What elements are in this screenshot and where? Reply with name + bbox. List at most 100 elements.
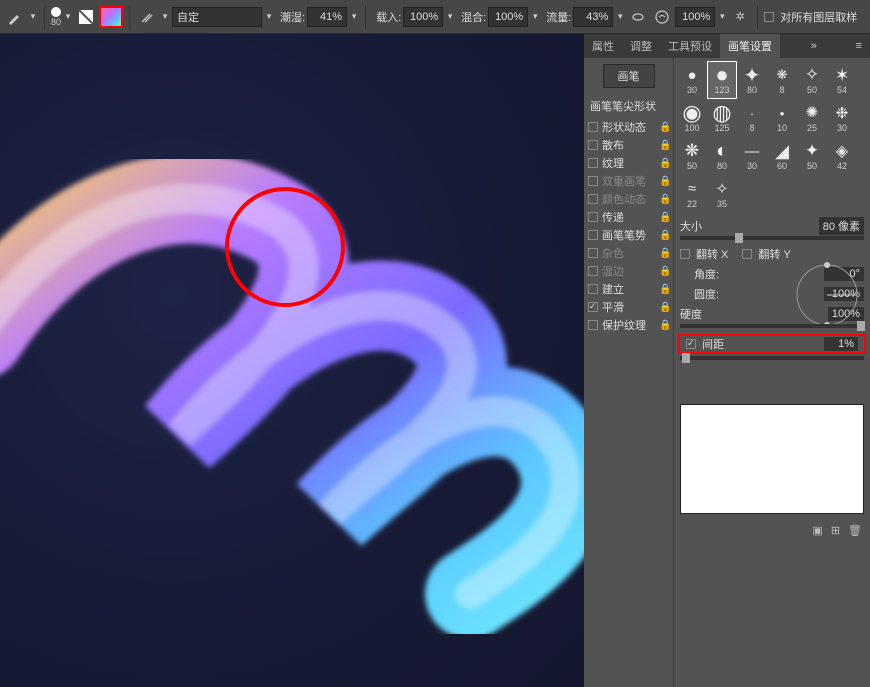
lock-icon[interactable]: 🔒 [659,230,669,240]
canvas-area[interactable] [0,34,584,687]
wet-brush-icon[interactable] [136,6,158,28]
brush-option-10[interactable]: 平滑🔒 [584,298,673,316]
brush-picker-chevron-icon[interactable]: ▾ [63,11,73,22]
wet-chevron-icon[interactable]: ▾ [160,11,170,22]
brush-thumb-2[interactable]: ✦80 [738,62,766,98]
brush-thumb-1[interactable]: ●123 [708,62,736,98]
size-slider[interactable] [680,236,864,240]
brush-thumb-7[interactable]: ◍125 [708,100,736,136]
mix-input[interactable] [488,7,528,27]
option-checkbox[interactable] [588,284,598,294]
brush-thumb-6[interactable]: ◉100 [678,100,706,136]
wet-slider-chevron-icon[interactable]: ▾ [349,11,359,22]
spacing-checkbox[interactable] [686,339,696,349]
brush-thumb-4[interactable]: ✧50 [798,62,826,98]
gear-icon[interactable]: ✲ [729,6,751,28]
brush-option-0[interactable]: 形状动态🔒 [584,118,673,136]
brush-thumb-5[interactable]: ✶54 [828,62,856,98]
option-checkbox[interactable] [588,158,598,168]
tab-adjustments[interactable]: 调整 [622,34,660,58]
tabs-more-icon[interactable]: » [803,40,825,52]
option-checkbox[interactable] [588,212,598,222]
mode-chevron-icon[interactable]: ▾ [264,11,274,22]
all-layers-checkbox[interactable] [764,12,774,22]
option-checkbox[interactable] [588,302,598,312]
option-checkbox[interactable] [588,194,598,204]
hardness-slider[interactable] [680,324,864,328]
brush-option-9[interactable]: 建立🔒 [584,280,673,298]
wet-input[interactable] [307,7,347,27]
brush-option-11[interactable]: 保护纹理🔒 [584,316,673,334]
brush-thumb-16[interactable]: ✦50 [798,138,826,174]
lock-icon[interactable]: 🔒 [659,302,669,312]
brush-thumb-19[interactable]: ✧35 [708,176,736,212]
brush-option-6[interactable]: 画笔笔势🔒 [584,226,673,244]
mode-dropdown[interactable] [172,7,262,27]
brush-option-4[interactable]: 颜色动态🔒 [584,190,673,208]
brush-tip-shape-header[interactable]: 画笔笔尖形状 [584,94,673,118]
lock-icon[interactable]: 🔒 [659,248,669,258]
load-input[interactable] [403,7,443,27]
panel-menu-icon[interactable]: ≡ [848,40,870,52]
option-checkbox[interactable] [588,122,598,132]
option-checkbox[interactable] [588,248,598,258]
brush-thumb-10[interactable]: ✺25 [798,100,826,136]
option-checkbox[interactable] [588,266,598,276]
brush-option-5[interactable]: 传递🔒 [584,208,673,226]
lock-icon[interactable]: 🔒 [659,122,669,132]
tool-preset-chevron-icon[interactable]: ▾ [28,11,38,22]
new-preset-icon[interactable]: ▣ [812,524,822,537]
brush-thumb-9[interactable]: •10 [768,100,796,136]
brush-thumb-11[interactable]: ❉30 [828,100,856,136]
smoothing-icon[interactable] [651,6,673,28]
brush-size-picker[interactable]: 80 [51,7,61,27]
lock-icon[interactable]: 🔒 [659,320,669,330]
brushes-button[interactable]: 画笔 [603,64,655,88]
option-checkbox[interactable] [588,176,598,186]
brush-thumb-15[interactable]: ◢60 [768,138,796,174]
option-checkbox[interactable] [588,140,598,150]
mix-chevron-icon[interactable]: ▾ [530,11,540,22]
option-checkbox[interactable] [588,320,598,330]
create-brush-icon[interactable]: ⊞ [831,524,840,537]
airbrush-icon[interactable] [627,6,649,28]
brush-thumb-17[interactable]: ◈42 [828,138,856,174]
angle-widget[interactable] [792,260,862,330]
brush-thumb-18[interactable]: ≈22 [678,176,706,212]
spacing-slider[interactable] [680,356,864,360]
lock-icon[interactable]: 🔒 [659,176,669,186]
trash-icon[interactable]: 🗑 [848,524,862,537]
brush-thumb-8[interactable]: ·8 [738,100,766,136]
brush-panel-toggle-icon[interactable] [75,6,97,28]
brush-thumb-12[interactable]: ❋50 [678,138,706,174]
spacing-value[interactable]: 1% [824,337,858,351]
tab-brush-settings[interactable]: 画笔设置 [720,34,780,58]
brush-thumb-3[interactable]: ❋8 [768,62,796,98]
size-value[interactable]: 80 像素 [819,217,864,235]
color-swatch[interactable] [99,6,123,28]
tab-tool-presets[interactable]: 工具预设 [660,34,720,58]
lock-icon[interactable]: 🔒 [659,140,669,150]
brush-option-7[interactable]: 杂色🔒 [584,244,673,262]
lock-icon[interactable]: 🔒 [659,212,669,222]
flow-chevron-icon[interactable]: ▾ [615,11,625,22]
brush-option-3[interactable]: 双重画笔🔒 [584,172,673,190]
lock-icon[interactable]: 🔒 [659,284,669,294]
brush-tool-icon[interactable] [4,6,26,28]
brush-thumb-0[interactable]: ●30 [678,62,706,98]
brush-option-1[interactable]: 散布🔒 [584,136,673,154]
lock-icon[interactable]: 🔒 [659,158,669,168]
lock-icon[interactable]: 🔒 [659,194,669,204]
brush-thumb-14[interactable]: —30 [738,138,766,174]
brush-option-2[interactable]: 纹理🔒 [584,154,673,172]
lock-icon[interactable]: 🔒 [659,266,669,276]
option-checkbox[interactable] [588,230,598,240]
brush-thumb-13[interactable]: ◐80 [708,138,736,174]
flip-y-checkbox[interactable] [742,249,752,259]
brush-option-8[interactable]: 湿边🔒 [584,262,673,280]
smoothing-input[interactable] [675,7,715,27]
flip-x-checkbox[interactable] [680,249,690,259]
flow-input[interactable] [573,7,613,27]
smooth-chevron-icon[interactable]: ▾ [717,11,727,22]
tab-properties[interactable]: 属性 [584,34,622,58]
